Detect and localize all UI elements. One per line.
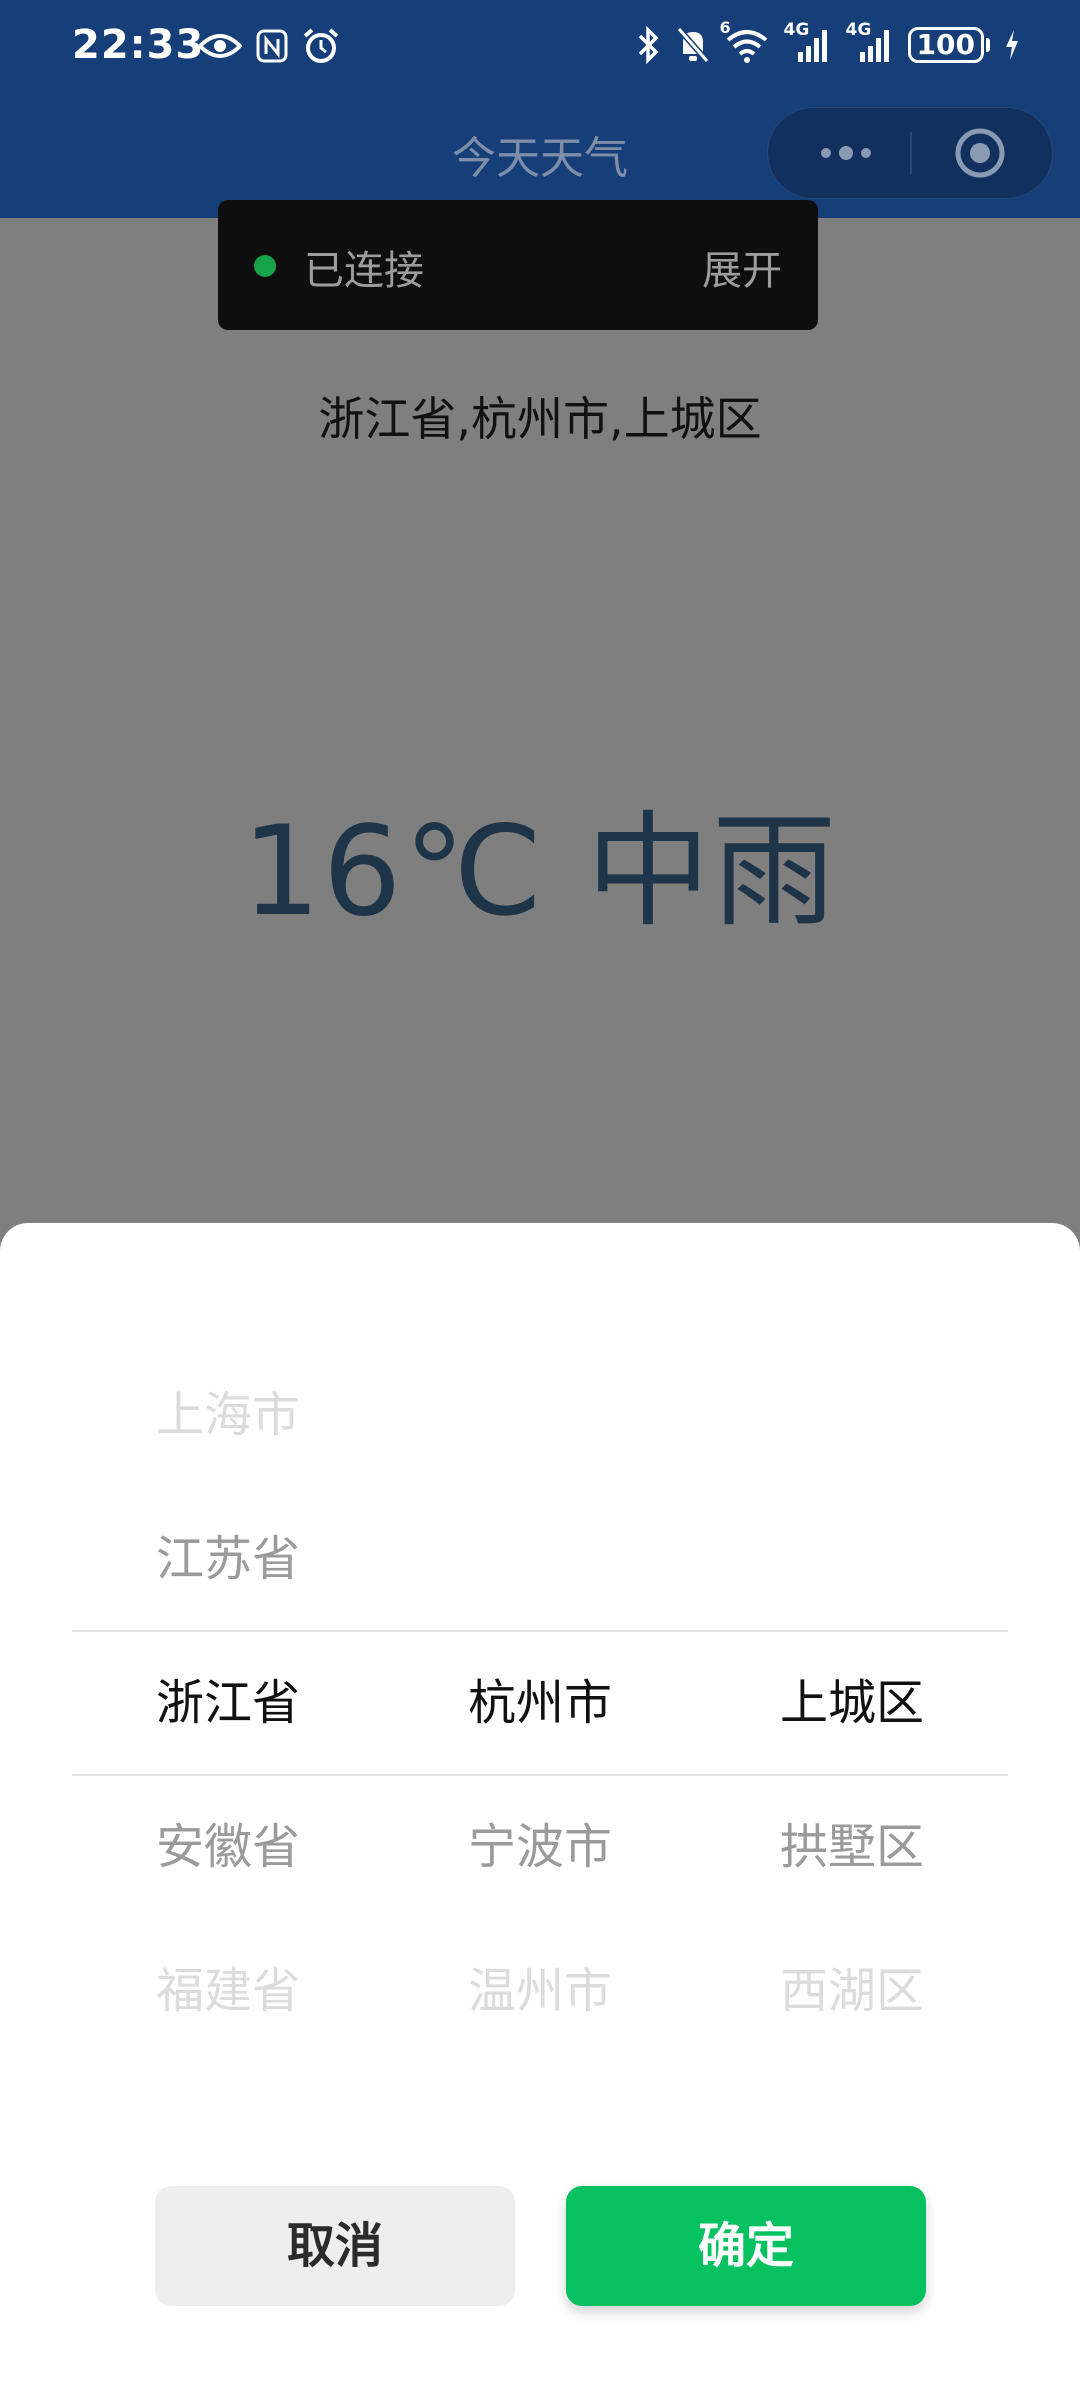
- battery-level: 100: [907, 27, 984, 63]
- signal-label: 4G: [845, 20, 872, 40]
- target-close-icon: [955, 128, 1005, 178]
- charging-icon: [1004, 29, 1020, 61]
- battery-icon: 100: [907, 27, 990, 63]
- battery-tip: [986, 38, 990, 52]
- bell-off-icon: [676, 26, 710, 64]
- more-button[interactable]: [806, 108, 886, 198]
- connection-status: 已连接: [304, 248, 424, 294]
- signal-label: 4G: [783, 20, 810, 40]
- screen: 22:33 6 4G 4G 100 今天天气 已连接 展开 浙江省,杭州市,上城…: [0, 0, 1080, 2400]
- confirm-button[interactable]: 确定: [566, 2186, 926, 2306]
- picker-item-district[interactable]: 西湖区: [696, 1919, 1008, 2063]
- cancel-button[interactable]: 取消: [155, 2186, 515, 2306]
- eye-icon: [198, 31, 242, 61]
- more-dots-icon: [821, 146, 871, 160]
- weather-text: 16℃ 中雨: [241, 800, 839, 944]
- header: 22:33 6 4G 4G 100 今天天气: [0, 0, 1080, 218]
- picker-item-province[interactable]: 江苏省: [72, 1487, 384, 1631]
- wifi-icon: 6: [720, 18, 770, 64]
- picker-item-province[interactable]: 福建省: [72, 1919, 384, 2063]
- region-picker-sheet: 上海市 江苏省 浙江省 安徽省 福建省 杭州市 宁波市 温州市 上城区 拱墅区 …: [0, 1223, 1080, 2400]
- picker-item-province[interactable]: 安徽省: [72, 1775, 384, 1919]
- capsule-divider: [910, 132, 912, 174]
- miniprogram-capsule: [767, 107, 1053, 199]
- status-bar: 22:33 6 4G 4G 100: [0, 0, 1080, 104]
- signal-4g-icon: 4G: [846, 20, 894, 64]
- expand-button[interactable]: 展开: [702, 238, 782, 296]
- picker-item-city[interactable]: 温州市: [384, 1919, 696, 2063]
- picker-item-province-selected[interactable]: 浙江省: [72, 1631, 384, 1775]
- close-miniprogram-button[interactable]: [940, 108, 1020, 198]
- connection-toast: 已连接 展开: [218, 200, 818, 330]
- picker-item-city-selected[interactable]: 杭州市: [384, 1631, 696, 1775]
- picker-item-province[interactable]: 上海市: [72, 1343, 384, 1487]
- picker-item-district-selected[interactable]: 上城区: [696, 1631, 1008, 1775]
- status-left-icons: [198, 28, 340, 64]
- bluetooth-icon: [636, 26, 662, 64]
- nfc-icon: [256, 29, 288, 63]
- wifi-tag: 6: [719, 18, 731, 37]
- location-text: 浙江省,杭州市,上城区: [318, 392, 762, 446]
- alarm-icon: [302, 28, 340, 64]
- status-right-icons: 6 4G 4G 100: [636, 18, 1020, 64]
- status-time: 22:33: [72, 22, 205, 68]
- connected-status-dot: [254, 255, 276, 277]
- region-picker: 上海市 江苏省 浙江省 安徽省 福建省 杭州市 宁波市 温州市 上城区 拱墅区 …: [72, 1343, 1008, 2063]
- signal-4g-icon: 4G: [784, 20, 832, 64]
- picker-item-district[interactable]: 拱墅区: [696, 1775, 1008, 1919]
- picker-item-city[interactable]: 宁波市: [384, 1775, 696, 1919]
